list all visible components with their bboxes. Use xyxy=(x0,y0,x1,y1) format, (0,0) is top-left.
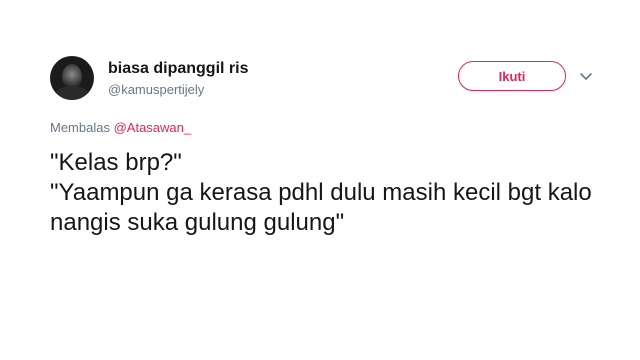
tweet-line: "Yaampun ga kerasa pdhl dulu masih kecil… xyxy=(50,179,592,236)
reply-prefix: Membalas xyxy=(50,120,110,135)
reply-context: Membalas @Atasawan_ xyxy=(50,120,191,135)
author-handle[interactable]: @kamuspertijely xyxy=(108,82,204,97)
tweet-text: "Kelas brp?" "Yaampun ga kerasa pdhl dul… xyxy=(50,148,610,238)
author-display-name[interactable]: biasa dipanggil ris xyxy=(108,60,248,78)
tweet-line: "Kelas brp?" xyxy=(50,149,182,176)
chevron-down-icon[interactable] xyxy=(578,68,594,84)
follow-button[interactable]: Ikuti xyxy=(458,61,566,91)
avatar[interactable] xyxy=(50,56,94,100)
reply-mention-link[interactable]: @Atasawan_ xyxy=(114,120,192,135)
